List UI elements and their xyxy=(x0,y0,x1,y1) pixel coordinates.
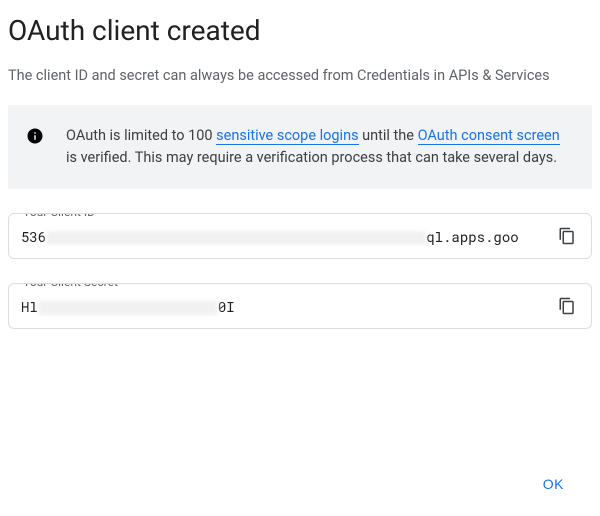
info-icon xyxy=(26,125,44,169)
client-secret-redacted xyxy=(38,301,218,315)
ok-button[interactable]: OK xyxy=(531,468,576,500)
copy-client-secret-button[interactable] xyxy=(553,292,581,320)
client-id-suffix: ql.apps.goo xyxy=(426,227,518,246)
client-id-field: Your Client ID 536 ql.apps.goo xyxy=(8,213,592,259)
client-secret-prefix: Hl xyxy=(21,297,38,316)
info-banner: OAuth is limited to 100 sensitive scope … xyxy=(8,105,592,189)
client-id-redacted xyxy=(46,231,426,245)
client-secret-field: Your Client Secret Hl 0I xyxy=(8,283,592,329)
client-secret-label: Your Client Secret xyxy=(19,283,122,289)
copy-icon xyxy=(558,227,576,245)
dialog-actions: OK xyxy=(531,468,576,500)
info-text-part2: until the xyxy=(359,127,418,144)
copy-client-id-button[interactable] xyxy=(553,222,581,250)
info-text-part1: OAuth is limited to 100 xyxy=(66,127,216,144)
client-id-prefix: 536 xyxy=(21,227,46,246)
info-text-part3: is verified. This may require a verifica… xyxy=(66,149,557,166)
oauth-consent-screen-link[interactable]: OAuth consent screen xyxy=(418,127,560,145)
copy-icon xyxy=(558,297,576,315)
client-id-value: 536 ql.apps.goo xyxy=(21,227,519,246)
dialog-subtitle: The client ID and secret can always be a… xyxy=(8,65,568,87)
info-message: OAuth is limited to 100 sensitive scope … xyxy=(66,125,570,169)
client-id-label: Your Client ID xyxy=(19,213,99,219)
sensitive-scope-logins-link[interactable]: sensitive scope logins xyxy=(216,127,358,145)
client-secret-suffix: 0I xyxy=(218,297,235,316)
client-secret-value: Hl 0I xyxy=(21,297,235,316)
dialog-title: OAuth client created xyxy=(8,14,592,47)
